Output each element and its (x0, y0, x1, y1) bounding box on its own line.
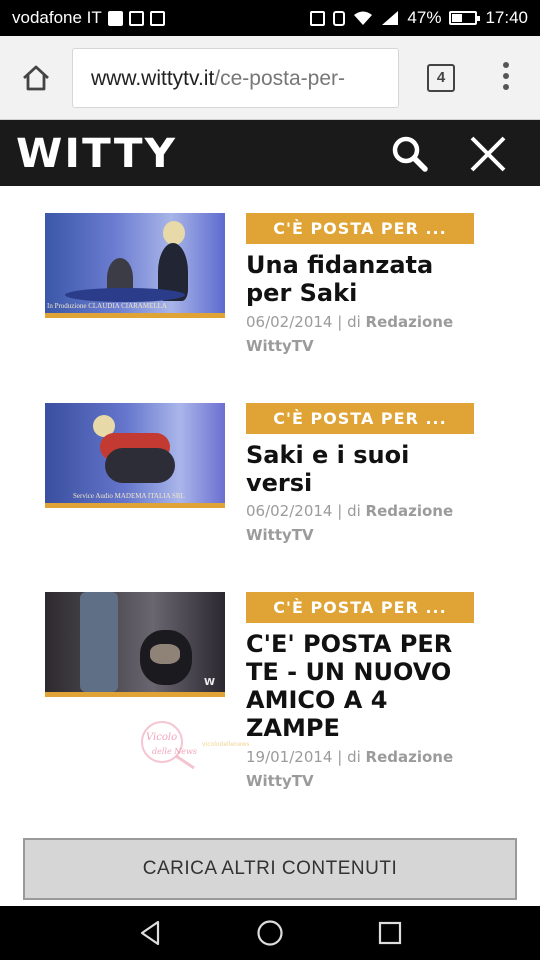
url-path: /ce-posta-per- (214, 67, 346, 90)
watermark-logo: Vicolo delle News vicolodellenews (132, 718, 277, 774)
home-nav-button[interactable] (255, 918, 285, 948)
search-icon (392, 136, 428, 172)
load-more-button[interactable]: CARICA ALTRI CONTENUTI (23, 838, 517, 900)
status-right: 47% 17:40 (310, 8, 528, 28)
recents-button[interactable] (375, 918, 405, 948)
back-icon (140, 920, 160, 946)
article-thumbnail[interactable]: In Produzione CLAUDIA CIARAMELLA (45, 213, 225, 318)
article-meta: 06/02/2014 | di Redazione WittyTV (246, 310, 476, 358)
vibrate-icon (333, 10, 346, 26)
article-item[interactable]: Service Audio MADEMA ITALIA SRL C'È POST… (45, 403, 485, 573)
clock: 17:40 (485, 8, 528, 27)
category-tag[interactable]: C'È POSTA PER ... (246, 403, 474, 434)
svg-text:Vicolo: Vicolo (146, 732, 177, 743)
home-icon (23, 65, 49, 91)
browser-toolbar: www.wittytv.it/ce-posta-per- 4 (0, 36, 540, 120)
close-button[interactable] (466, 132, 510, 176)
article-by-label: | di (337, 502, 361, 520)
article-meta: 06/02/2014 | di Redazione WittyTV (246, 499, 476, 547)
article-thumbnail[interactable]: W (45, 592, 225, 697)
category-tag[interactable]: C'È POSTA PER ... (246, 592, 474, 623)
close-icon (470, 136, 506, 172)
status-left: vodafone IT (12, 8, 165, 28)
signal-icon (382, 11, 399, 25)
more-vert-icon[interactable] (496, 62, 516, 94)
carrier-name: vodafone IT (12, 8, 102, 27)
article-thumbnail[interactable]: Service Audio MADEMA ITALIA SRL (45, 403, 225, 508)
article-title[interactable]: Saki e i suoi versi (246, 441, 481, 497)
battery-percent: 47% (407, 8, 442, 27)
address-bar[interactable]: www.wittytv.it/ce-posta-per- (72, 48, 399, 108)
category-tag[interactable]: C'È POSTA PER ... (246, 213, 474, 244)
svg-text:vicolodellenews: vicolodellenews (202, 741, 250, 748)
status-bar: vodafone IT 47% 17:40 (0, 0, 540, 36)
article-date: 06/02/2014 (246, 313, 333, 331)
svg-text:delle News: delle News (152, 747, 197, 756)
home-circle-icon (257, 920, 283, 946)
gallery-icon (149, 10, 165, 26)
instagram-icon (128, 10, 144, 26)
wifi-icon (354, 11, 373, 25)
article-item[interactable]: In Produzione CLAUDIA CIARAMELLA C'È POS… (45, 213, 485, 383)
nfc-icon (310, 10, 326, 26)
article-by-label: | di (337, 313, 361, 331)
thumb-caption: Service Audio MADEMA ITALIA SRL (73, 492, 185, 500)
thumb-caption: In Produzione CLAUDIA CIARAMELLA (47, 302, 167, 310)
recents-icon (378, 921, 402, 945)
navigation-bar (0, 906, 540, 960)
article-title[interactable]: C'E' POSTA PER TE - UN NUOVO AMICO A 4 Z… (246, 630, 481, 742)
article-meta: 19/01/2014 | di Redazione WittyTV (246, 745, 476, 793)
home-button[interactable] (16, 58, 56, 98)
site-header: WITTY (0, 120, 540, 186)
back-button[interactable] (136, 918, 166, 948)
battery-icon (449, 11, 481, 25)
tabs-icon[interactable]: 4 (427, 64, 455, 92)
facebook-icon (107, 10, 123, 26)
url-host: www.wittytv.it (91, 67, 215, 90)
search-button[interactable] (390, 134, 430, 174)
article-date: 06/02/2014 (246, 502, 333, 520)
site-logo[interactable]: WITTY (16, 134, 177, 174)
article-title[interactable]: Una fidanzata per Saki (246, 251, 481, 307)
article-by-label: | di (337, 748, 361, 766)
thumb-caption: W (203, 677, 215, 688)
